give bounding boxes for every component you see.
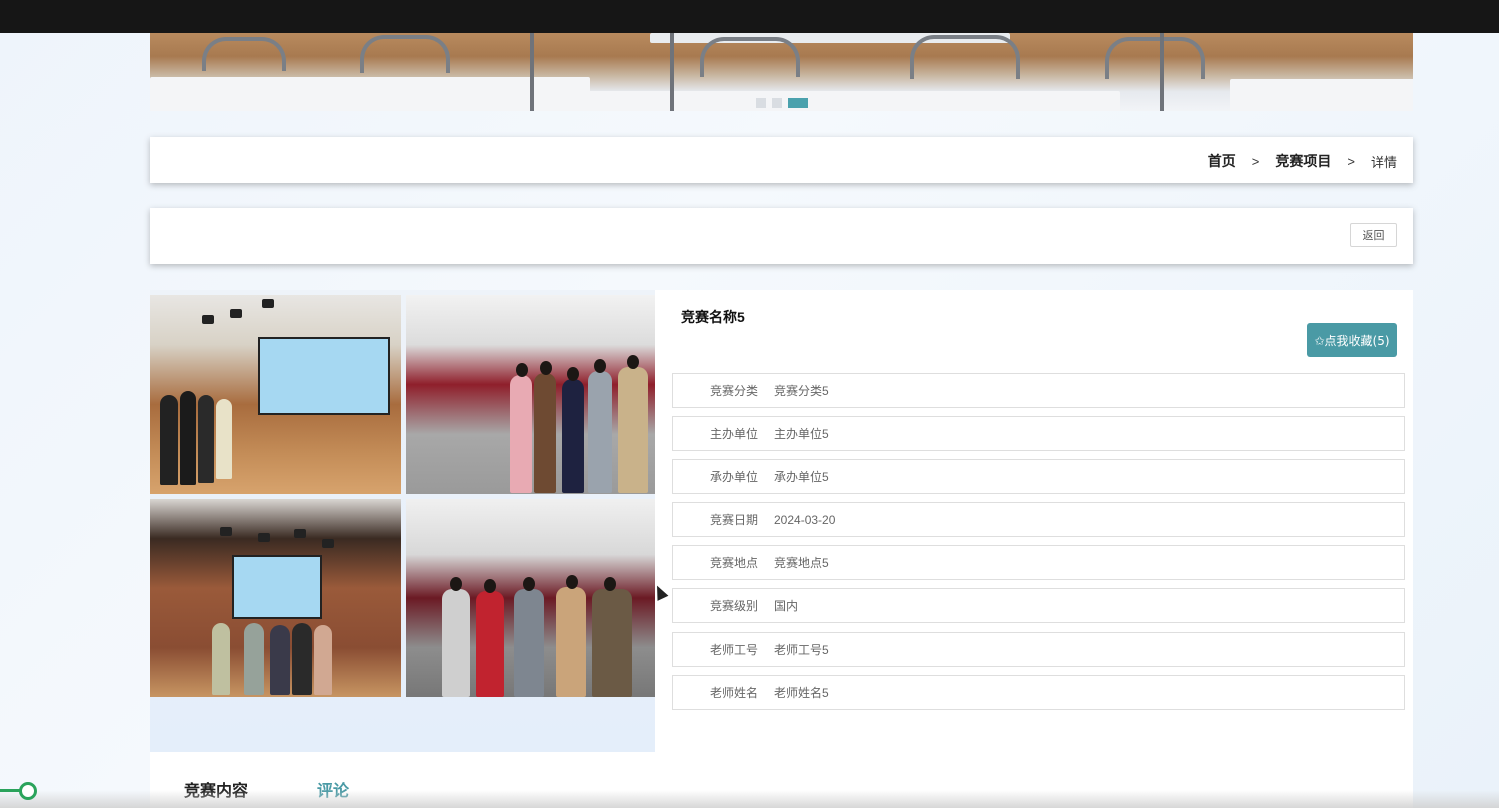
breadcrumb-current: 详情	[1370, 154, 1397, 170]
action-bar: 返回	[150, 208, 1413, 264]
breadcrumb-bar: 首页 > 竞赛项目 > 详情	[150, 137, 1413, 183]
detail-row: 竞赛分类 竞赛分类5	[672, 373, 1405, 408]
competition-title: 竞赛名称5	[681, 309, 745, 325]
photo-3[interactable]	[150, 499, 401, 697]
detail-label: 竞赛分类	[709, 384, 758, 398]
detail-row: 竞赛级别 国内	[672, 588, 1405, 623]
carousel-dot-active[interactable]	[788, 98, 808, 108]
detail-label: 竞赛日期	[709, 513, 758, 527]
detail-row: 主办单位 主办单位5	[672, 416, 1405, 451]
favorite-button[interactable]: ✩点我收藏(5)	[1307, 323, 1397, 357]
detail-value: 国内	[774, 599, 799, 613]
detail-label: 老师姓名	[709, 686, 758, 700]
detail-label: 老师工号	[709, 643, 758, 657]
detail-row: 老师姓名 老师姓名5	[672, 675, 1405, 710]
bottom-fade	[0, 790, 1499, 808]
carousel-dot[interactable]	[756, 98, 766, 108]
detail-row: 竞赛日期 2024-03-20	[672, 502, 1405, 537]
top-bar	[0, 0, 1499, 33]
detail-label: 竞赛地点	[709, 556, 758, 570]
carousel-dot[interactable]	[772, 98, 782, 108]
progress-handle[interactable]	[19, 782, 37, 800]
photo-2[interactable]	[406, 295, 655, 494]
detail-label: 承办单位	[709, 470, 758, 484]
detail-value: 老师姓名5	[774, 686, 829, 700]
detail-value: 竞赛地点5	[774, 556, 829, 570]
photo-4[interactable]	[406, 499, 655, 697]
carousel-indicators	[756, 98, 808, 108]
detail-value: 竞赛分类5	[774, 384, 829, 398]
breadcrumb-separator: >	[1251, 153, 1260, 169]
detail-value: 承办单位5	[774, 470, 829, 484]
breadcrumb-separator: >	[1347, 153, 1355, 169]
detail-row: 竞赛地点 竞赛地点5	[672, 545, 1405, 580]
breadcrumb: 首页 > 竞赛项目 > 详情	[1208, 151, 1397, 171]
breadcrumb-section-link[interactable]: 竞赛项目	[1275, 151, 1331, 171]
detail-row: 老师工号 老师工号5	[672, 632, 1405, 667]
back-button[interactable]: 返回	[1350, 223, 1397, 247]
breadcrumb-home-link[interactable]: 首页	[1208, 151, 1236, 171]
detail-value: 2024-03-20	[774, 512, 836, 527]
detail-value: 老师工号5	[774, 643, 829, 657]
detail-row: 承办单位 承办单位5	[672, 459, 1405, 494]
detail-label: 竞赛级别	[709, 599, 758, 613]
detail-value: 主办单位5	[774, 427, 829, 441]
photo-1[interactable]	[150, 295, 401, 494]
detail-label: 主办单位	[709, 427, 758, 441]
